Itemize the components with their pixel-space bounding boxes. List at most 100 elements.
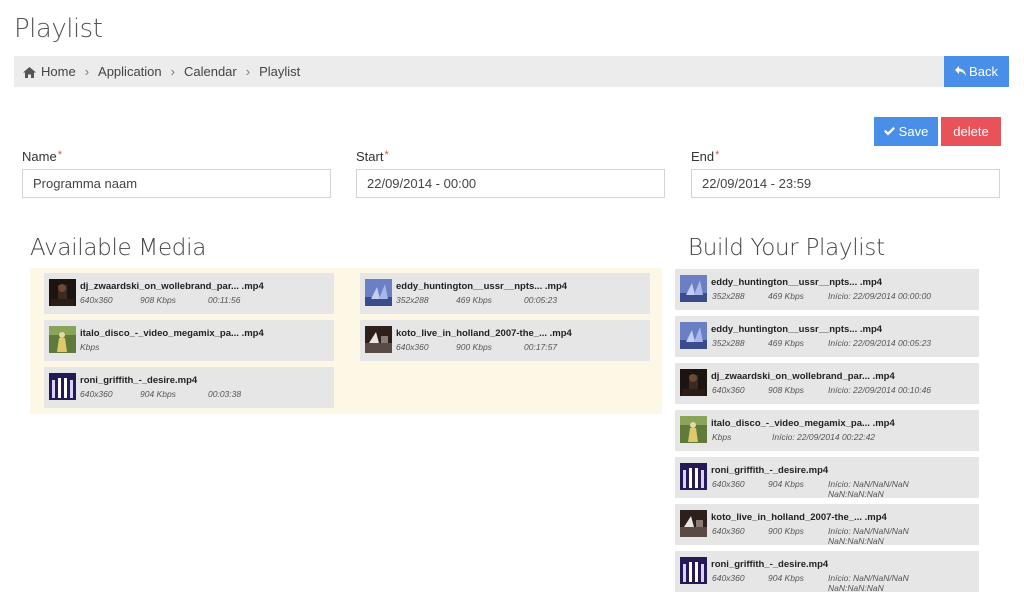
media-resolution: 640x360	[712, 479, 745, 489]
media-bitrate: 900 Kbps	[456, 342, 492, 352]
start-label: Start*	[356, 149, 389, 164]
media-bitrate: 469 Kbps	[768, 291, 804, 301]
required-marker: *	[384, 149, 389, 161]
media-name: eddy_huntington__ussr__npts... .mp4	[711, 324, 883, 335]
media-bitrate: Kbps	[712, 432, 732, 442]
media-item[interactable]: roni_griffith_-_desire.mp4 640x360 904 K…	[44, 367, 334, 408]
media-bitrate: Kbps	[80, 342, 100, 352]
playlist-item[interactable]: roni_griffith_-_desire.mp4 640x360 904 K…	[675, 551, 979, 593]
video-thumbnail	[365, 279, 392, 306]
playlist-item[interactable]: dj_zwaardski_on_wollebrand_par... .mp4 6…	[675, 363, 979, 404]
check-icon	[883, 125, 895, 139]
media-item[interactable]: eddy_huntington__ussr__npts... .mp4 352x…	[360, 273, 650, 314]
media-bitrate: 469 Kbps	[456, 295, 492, 305]
breadcrumb-calendar[interactable]: Calendar	[184, 64, 237, 79]
video-thumbnail	[365, 326, 392, 353]
media-resolution: 640x360	[712, 385, 745, 395]
video-thumbnail	[680, 510, 707, 537]
media-item[interactable]: italo_disco_-_video_megamix_pa... .mp4 K…	[44, 320, 334, 361]
media-name: koto_live_in_holland_2007-the_... .mp4	[396, 328, 572, 339]
video-thumbnail	[49, 279, 76, 306]
playlist-item[interactable]: koto_live_in_holland_2007-the_... .mp4 6…	[675, 504, 979, 546]
media-resolution: 352x288	[712, 291, 745, 301]
start-clock: NaN:NaN:NaN	[828, 489, 884, 499]
start-time: Início: 22/09/2014 00:05:23	[828, 338, 932, 348]
media-name: koto_live_in_holland_2007-the_... .mp4	[711, 512, 887, 523]
breadcrumb-application[interactable]: Application	[98, 64, 162, 79]
video-thumbnail	[680, 416, 707, 443]
video-thumbnail	[680, 275, 707, 302]
playlist-item[interactable]: italo_disco_-_video_megamix_pa... .mp4 K…	[675, 410, 979, 451]
playlist-item[interactable]: eddy_huntington__ussr__npts... .mp4 352x…	[675, 316, 979, 357]
breadcrumb-home[interactable]: Home	[41, 64, 76, 79]
start-date: Início: NaN/NaN/NaN	[828, 573, 909, 583]
media-bitrate: 904 Kbps	[140, 389, 176, 399]
media-duration: 00:03:38	[208, 389, 242, 399]
end-field[interactable]: 22/09/2014 - 23:59	[691, 169, 1000, 198]
media-resolution: 640x360	[80, 389, 113, 399]
page-title: Playlist	[14, 14, 103, 44]
start-date: Início: NaN/NaN/NaN	[828, 526, 909, 536]
start-date: Início: NaN/NaN/NaN	[828, 479, 909, 489]
media-name: dj_zwaardski_on_wollebrand_par... .mp4	[80, 281, 264, 292]
available-media-title: Available Media	[30, 235, 206, 261]
media-name: eddy_huntington__ussr__npts... .mp4	[396, 281, 568, 292]
reply-arrow-icon	[955, 64, 967, 79]
media-resolution: 352x288	[712, 338, 745, 348]
media-name: italo_disco_-_video_megamix_pa... .mp4	[80, 328, 264, 339]
media-bitrate: 908 Kbps	[768, 385, 804, 395]
media-bitrate: 904 Kbps	[768, 479, 804, 489]
media-name: italo_disco_-_video_megamix_pa... .mp4	[711, 418, 895, 429]
start-time: Início: 22/09/2014 00:22:42	[772, 432, 876, 442]
available-media-panel: dj_zwaardski_on_wollebrand_par... .mp4 6…	[30, 268, 662, 414]
media-item[interactable]: koto_live_in_holland_2007-the_... .mp4 6…	[360, 320, 650, 361]
media-duration: 00:17:57	[524, 342, 558, 352]
back-button[interactable]: Back	[944, 56, 1009, 87]
video-thumbnail	[680, 322, 707, 349]
save-button-label: Save	[898, 124, 929, 139]
media-name: eddy_huntington__ussr__npts... .mp4	[711, 277, 883, 288]
media-duration: 00:11:56	[208, 295, 241, 305]
start-clock: NaN:NaN:NaN	[828, 583, 884, 593]
media-name: roni_griffith_-_desire.mp4	[711, 465, 829, 476]
chevron-right-icon: ›	[170, 64, 175, 79]
breadcrumb: Home › Application › Calendar › Playlist	[14, 56, 944, 87]
required-marker: *	[57, 149, 62, 161]
end-label: End*	[691, 149, 720, 164]
name-label: Name*	[22, 149, 62, 164]
chevron-right-icon: ›	[245, 64, 251, 79]
video-thumbnail	[680, 557, 707, 584]
video-thumbnail	[49, 326, 76, 353]
video-thumbnail	[680, 369, 707, 396]
media-resolution: 352x288	[396, 295, 429, 305]
playlist-title: Build Your Playlist	[688, 235, 885, 261]
start-time: Início: 22/09/2014 00:10:46	[828, 385, 932, 395]
back-button-label: Back	[969, 64, 998, 79]
media-resolution: 640x360	[712, 573, 745, 583]
playlist-item[interactable]: eddy_huntington__ussr__npts... .mp4 352x…	[675, 269, 979, 310]
delete-button-label: delete	[953, 124, 989, 139]
start-field[interactable]: 22/09/2014 - 00:00	[356, 169, 665, 198]
save-button[interactable]: Save	[874, 117, 938, 146]
home-icon	[23, 66, 36, 78]
media-item[interactable]: dj_zwaardski_on_wollebrand_par... .mp4 6…	[44, 273, 334, 314]
media-bitrate: 904 Kbps	[768, 573, 804, 583]
name-field[interactable]: Programma naam	[22, 169, 331, 198]
media-duration: 00:05:23	[524, 295, 558, 305]
media-resolution: 640x360	[396, 342, 429, 352]
media-name: dj_zwaardski_on_wollebrand_par... .mp4	[711, 371, 895, 382]
media-bitrate: 908 Kbps	[140, 295, 176, 305]
media-resolution: 640x360	[80, 295, 113, 305]
video-thumbnail	[680, 463, 707, 490]
video-thumbnail	[49, 373, 76, 400]
media-name: roni_griffith_-_desire.mp4	[80, 375, 198, 386]
breadcrumb-current: Playlist	[259, 64, 301, 79]
media-bitrate: 469 Kbps	[768, 338, 804, 348]
delete-button[interactable]: delete	[941, 117, 1001, 146]
media-resolution: 640x360	[712, 526, 745, 536]
playlist-item[interactable]: roni_griffith_-_desire.mp4 640x360 904 K…	[675, 457, 979, 499]
chevron-right-icon: ›	[84, 64, 90, 79]
media-name: roni_griffith_-_desire.mp4	[711, 559, 829, 570]
media-bitrate: 900 Kbps	[768, 526, 804, 536]
required-marker: *	[715, 149, 720, 161]
